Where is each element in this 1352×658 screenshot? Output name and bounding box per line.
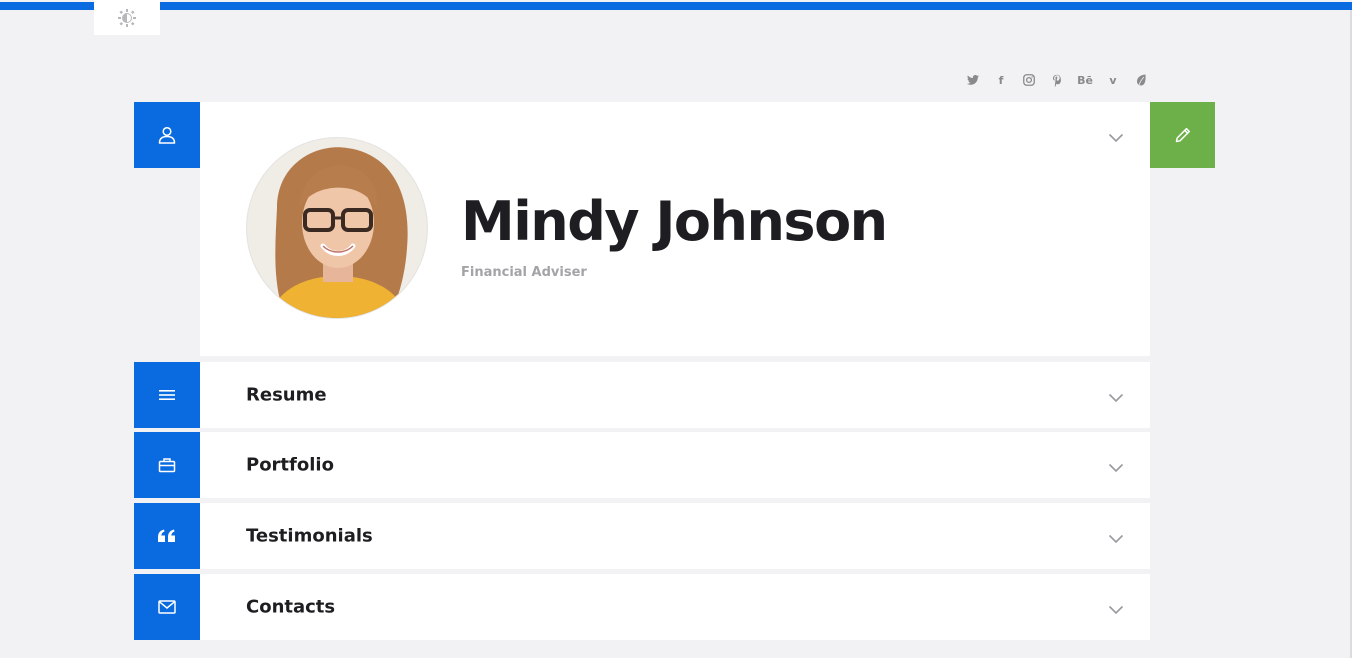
chevron-down-icon[interactable] <box>1108 463 1124 473</box>
chevron-down-icon[interactable] <box>1108 393 1124 403</box>
briefcase-icon <box>158 458 176 473</box>
quote-icon <box>158 529 175 542</box>
pinterest-icon[interactable] <box>1050 72 1064 88</box>
section-portfolio[interactable]: Portfolio <box>200 432 1150 498</box>
instagram-icon[interactable] <box>1022 72 1036 88</box>
pencil-icon <box>1175 127 1190 143</box>
resume-tab-button[interactable] <box>134 362 200 428</box>
user-icon <box>158 126 176 144</box>
section-title: Contacts <box>246 596 336 618</box>
behance-icon[interactable]: Bē <box>1077 72 1093 88</box>
theme-toggle-button[interactable] <box>94 0 160 35</box>
profile-tab-button[interactable] <box>134 102 200 168</box>
edit-button[interactable] <box>1150 102 1215 168</box>
menu-lines-icon <box>159 390 175 400</box>
section-contacts[interactable]: Contacts <box>200 574 1150 640</box>
social-links: f Bē v <box>966 72 1148 88</box>
section-title: Testimonials <box>246 525 373 547</box>
contacts-tab-button[interactable] <box>134 574 200 640</box>
profile-title: Financial Adviser <box>461 265 587 280</box>
avatar <box>246 137 428 319</box>
twitter-icon[interactable] <box>966 72 980 88</box>
testimonials-tab-button[interactable] <box>134 503 200 569</box>
brightness-icon <box>118 8 136 27</box>
chevron-down-icon[interactable] <box>1108 605 1124 615</box>
profile-card: Mindy Johnson Financial Adviser <box>200 102 1150 356</box>
section-title: Resume <box>246 384 327 406</box>
leaf-icon[interactable] <box>1134 72 1148 88</box>
envelope-icon <box>158 600 176 614</box>
portfolio-tab-button[interactable] <box>134 432 200 498</box>
profile-name: Mindy Johnson <box>461 190 888 253</box>
chevron-down-icon[interactable] <box>1108 534 1124 544</box>
top-accent-bar <box>0 2 1352 10</box>
section-resume[interactable]: Resume <box>200 362 1150 428</box>
chevron-down-icon[interactable] <box>1108 133 1124 143</box>
section-testimonials[interactable]: Testimonials <box>200 503 1150 569</box>
facebook-icon[interactable]: f <box>994 72 1008 88</box>
section-title: Portfolio <box>246 454 334 476</box>
vimeo-icon[interactable]: v <box>1106 72 1120 88</box>
